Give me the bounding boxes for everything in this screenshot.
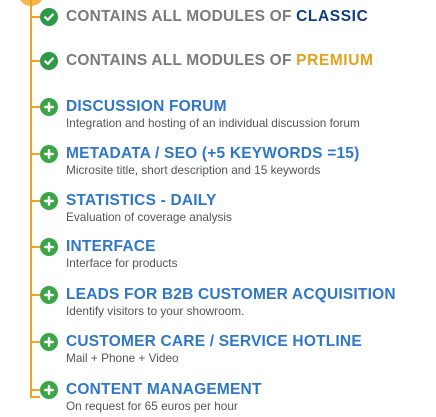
branch-line: [30, 341, 40, 343]
feature-title: CONTAINS ALL MODULES OF PREMIUM: [66, 50, 374, 72]
feature-title: LEADS FOR B2B CUSTOMER ACQUISITION: [66, 286, 396, 303]
feature-title: INTERFACE: [66, 238, 156, 255]
branch-line: [30, 200, 40, 202]
feature-title-prefix: CONTAINS ALL MODULES OF: [66, 8, 297, 25]
plus-circle-icon: [40, 192, 58, 210]
feature-description: Microsite title, short description and 1…: [66, 163, 321, 177]
feature-title: METADATA / SEO (+5 KEYWORDS =15): [66, 145, 360, 162]
feature-item-interface: INTERFACE Interface for products: [30, 236, 177, 270]
feature-item-classic: CONTAINS ALL MODULES OF CLASSIC: [30, 6, 368, 28]
branch-line: [30, 294, 40, 296]
feature-description: Evaluation of coverage analysis: [66, 210, 232, 224]
branch-line: [30, 153, 40, 155]
feature-description: Integration and hosting of an individual…: [66, 116, 360, 130]
feature-item-metadata-seo: METADATA / SEO (+5 KEYWORDS =15) Microsi…: [30, 143, 359, 177]
feature-item-leads-b2b: LEADS FOR B2B CUSTOMER ACQUISITION Ident…: [30, 284, 396, 318]
check-circle-icon: [40, 8, 58, 26]
feature-item-customer-care: CUSTOMER CARE / SERVICE HOTLINE Mail + P…: [30, 331, 362, 365]
feature-item-discussion-forum: DISCUSSION FORUM Integration and hosting…: [30, 96, 360, 130]
plus-circle-icon: [40, 238, 58, 256]
plus-circle-icon: [40, 145, 58, 163]
feature-item-content-management: CONTENT MANAGEMENT On request for 65 eur…: [30, 379, 262, 413]
brand-premium-label: PREMIUM: [296, 52, 374, 69]
feature-title: CONTAINS ALL MODULES OF CLASSIC: [66, 6, 368, 28]
feature-description: Interface for products: [66, 256, 178, 270]
branch-line: [30, 389, 40, 391]
branch-line: [30, 60, 40, 62]
feature-title: CONTENT MANAGEMENT: [66, 381, 262, 398]
feature-title: STATISTICS - DAILY: [66, 192, 217, 209]
check-circle-icon: [40, 52, 58, 70]
branch-line: [30, 106, 40, 108]
plus-circle-icon: [40, 333, 58, 351]
brand-classic-label: CLASSIC: [296, 8, 369, 25]
plus-circle-icon: [40, 381, 58, 399]
branch-line: [30, 16, 40, 18]
feature-title-prefix: CONTAINS ALL MODULES OF: [66, 52, 297, 69]
branch-line: [30, 246, 40, 248]
feature-title: CUSTOMER CARE / SERVICE HOTLINE: [66, 333, 362, 350]
feature-description: On request for 65 euros per hour: [66, 399, 238, 413]
feature-title: DISCUSSION FORUM: [66, 98, 227, 115]
feature-description: Identify visitors to your showroom.: [66, 304, 245, 318]
plus-circle-icon: [40, 286, 58, 304]
feature-item-premium: CONTAINS ALL MODULES OF PREMIUM: [30, 50, 374, 72]
feature-description: Mail + Phone + Video: [66, 351, 179, 365]
plus-circle-icon: [40, 98, 58, 116]
feature-item-statistics-daily: STATISTICS - DAILY Evaluation of coverag…: [30, 190, 232, 224]
